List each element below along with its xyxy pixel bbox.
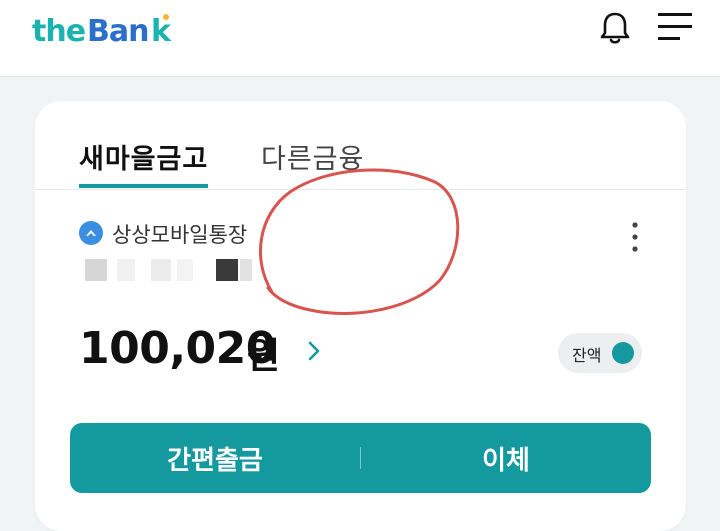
hamburger-menu-icon[interactable] bbox=[658, 12, 692, 42]
transfer-button[interactable]: 이체 bbox=[361, 423, 651, 493]
app-header: the Ban k bbox=[0, 0, 720, 77]
balance-visibility-toggle[interactable]: 잔액 bbox=[558, 333, 642, 373]
more-vertical-icon[interactable] bbox=[625, 221, 645, 253]
tab-saemaul[interactable]: 새마을금고 bbox=[79, 137, 208, 176]
svg-text:the: the bbox=[32, 14, 85, 49]
svg-text:k: k bbox=[151, 14, 172, 49]
account-card: 새마을금고 다른금융 상상모바일통장 100,020 원 잔액 간편출금 이체 bbox=[35, 101, 686, 531]
balance-toggle-label: 잔액 bbox=[572, 346, 602, 365]
account-name[interactable]: 상상모바일통장 bbox=[112, 219, 247, 249]
account-type-icon bbox=[79, 221, 103, 245]
thebank-logo[interactable]: the Ban k bbox=[30, 10, 182, 50]
action-bar: 간편출금 이체 bbox=[70, 423, 651, 493]
balance-unit: 원 bbox=[247, 336, 281, 377]
active-tab-indicator bbox=[79, 184, 208, 188]
svg-text:Ban: Ban bbox=[87, 14, 148, 49]
chevron-right-icon[interactable] bbox=[305, 338, 323, 364]
tab-other-finance[interactable]: 다른금융 bbox=[261, 137, 364, 176]
masked-account-number bbox=[85, 259, 265, 283]
toggle-knob bbox=[612, 342, 634, 364]
quick-withdraw-button[interactable]: 간편출금 bbox=[70, 423, 360, 493]
institution-tabs: 새마을금고 다른금융 bbox=[35, 101, 686, 190]
bell-icon[interactable] bbox=[597, 10, 633, 46]
